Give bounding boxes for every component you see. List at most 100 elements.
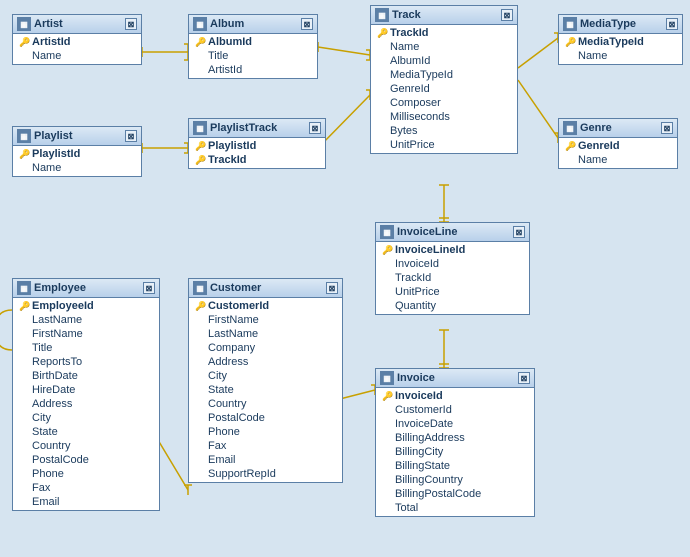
table-row: Title [13,341,159,355]
table-row: GenreId [371,82,517,96]
table-invoiceline-icon: ▦ [380,225,394,239]
table-row: CustomerId [376,403,534,417]
er-diagram: ▦ Artist ⊠ 🔑ArtistId Name ▦ Album ⊠ 🔑Alb… [0,0,690,557]
table-artist[interactable]: ▦ Artist ⊠ 🔑ArtistId Name [12,14,142,65]
table-track-expand[interactable]: ⊠ [501,9,513,21]
table-row: 🔑InvoiceId [376,389,534,403]
table-row: 🔑CustomerId [189,299,342,313]
table-playlisttrack-icon: ▦ [193,121,207,135]
table-row: 🔑InvoiceLineId [376,243,529,257]
table-employee-icon: ▦ [17,281,31,295]
table-invoice-icon: ▦ [380,371,394,385]
table-employee-label: Employee [34,282,86,294]
table-row: City [189,369,342,383]
table-employee-expand[interactable]: ⊠ [143,282,155,294]
table-row: State [13,425,159,439]
table-row: Fax [13,481,159,495]
table-row: 🔑AlbumId [189,35,317,49]
table-mediatype-expand[interactable]: ⊠ [666,18,678,30]
table-employee-body: 🔑EmployeeId LastName FirstName Title Rep… [13,298,159,510]
table-album-label: Album [210,18,244,30]
table-customer-header: ▦ Customer ⊠ [189,279,342,298]
table-row: Bytes [371,124,517,138]
table-row: PostalCode [189,411,342,425]
table-playlist[interactable]: ▦ Playlist ⊠ 🔑PlaylistId Name [12,126,142,177]
table-row: Phone [13,467,159,481]
table-invoiceline-body: 🔑InvoiceLineId InvoiceId TrackId UnitPri… [376,242,529,314]
table-row: Phone [189,425,342,439]
table-row: HireDate [13,383,159,397]
table-row: ArtistId [189,63,317,77]
table-row: BirthDate [13,369,159,383]
table-playlist-header: ▦ Playlist ⊠ [13,127,141,146]
table-invoice[interactable]: ▦ Invoice ⊠ 🔑InvoiceId CustomerId Invoic… [375,368,535,517]
table-employee[interactable]: ▦ Employee ⊠ 🔑EmployeeId LastName FirstN… [12,278,160,511]
table-artist-expand[interactable]: ⊠ [125,18,137,30]
table-artist-body: 🔑ArtistId Name [13,34,141,64]
table-row: InvoiceDate [376,417,534,431]
table-playlist-expand[interactable]: ⊠ [125,130,137,142]
table-genre-expand[interactable]: ⊠ [661,122,673,134]
table-row: Email [13,495,159,509]
table-row: Country [189,397,342,411]
table-track-label: Track [392,9,421,21]
table-genre[interactable]: ▦ Genre ⊠ 🔑GenreId Name [558,118,678,169]
key-icon: 🔑 [195,141,205,152]
table-genre-body: 🔑GenreId Name [559,138,677,168]
table-invoice-body: 🔑InvoiceId CustomerId InvoiceDate Billin… [376,388,534,516]
table-customer-expand[interactable]: ⊠ [326,282,338,294]
table-invoiceline-expand[interactable]: ⊠ [513,226,525,238]
key-icon: 🔑 [195,155,205,166]
table-row: 🔑EmployeeId [13,299,159,313]
table-row: Milliseconds [371,110,517,124]
table-genre-icon: ▦ [563,121,577,135]
table-row: MediaTypeId [371,68,517,82]
table-row: SupportRepId [189,467,342,481]
key-icon: 🔑 [382,391,392,402]
table-row: City [13,411,159,425]
table-playlisttrack-expand[interactable]: ⊠ [309,122,321,134]
table-playlist-label: Playlist [34,130,73,142]
table-album-header: ▦ Album ⊠ [189,15,317,34]
table-row: BillingCountry [376,473,534,487]
table-customer-label: Customer [210,282,261,294]
table-album[interactable]: ▦ Album ⊠ 🔑AlbumId Title ArtistId [188,14,318,79]
table-customer[interactable]: ▦ Customer ⊠ 🔑CustomerId FirstName LastN… [188,278,343,483]
table-row: Address [189,355,342,369]
table-row: UnitPrice [371,138,517,152]
table-row: BillingCity [376,445,534,459]
table-mediatype[interactable]: ▦ MediaType ⊠ 🔑MediaTypeId Name [558,14,683,65]
table-album-expand[interactable]: ⊠ [301,18,313,30]
table-row: Company [189,341,342,355]
table-row: Total [376,501,534,515]
table-row: UnitPrice [376,285,529,299]
table-artist-icon: ▦ [17,17,31,31]
table-invoiceline-header: ▦ InvoiceLine ⊠ [376,223,529,242]
table-row: 🔑TrackId [189,153,325,167]
table-row: Quantity [376,299,529,313]
table-row: BillingPostalCode [376,487,534,501]
table-row: Name [13,49,141,63]
table-mediatype-body: 🔑MediaTypeId Name [559,34,682,64]
key-icon: 🔑 [19,301,29,312]
table-invoiceline[interactable]: ▦ InvoiceLine ⊠ 🔑InvoiceLineId InvoiceId… [375,222,530,315]
table-mediatype-label: MediaType [580,18,636,30]
table-invoice-expand[interactable]: ⊠ [518,372,530,384]
table-row: Name [559,49,682,63]
table-playlisttrack-header: ▦ PlaylistTrack ⊠ [189,119,325,138]
table-row: Fax [189,439,342,453]
table-row: Composer [371,96,517,110]
table-track-icon: ▦ [375,8,389,22]
table-row: Country [13,439,159,453]
table-row: Name [559,153,677,167]
table-row: InvoiceId [376,257,529,271]
table-artist-header: ▦ Artist ⊠ [13,15,141,34]
table-track[interactable]: ▦ Track ⊠ 🔑TrackId Name AlbumId MediaTyp… [370,5,518,154]
table-playlisttrack[interactable]: ▦ PlaylistTrack ⊠ 🔑PlaylistId 🔑TrackId [188,118,326,169]
table-mediatype-icon: ▦ [563,17,577,31]
table-row: LastName [13,313,159,327]
table-track-body: 🔑TrackId Name AlbumId MediaTypeId GenreI… [371,25,517,153]
table-row: LastName [189,327,342,341]
table-album-body: 🔑AlbumId Title ArtistId [189,34,317,78]
table-playlist-body: 🔑PlaylistId Name [13,146,141,176]
